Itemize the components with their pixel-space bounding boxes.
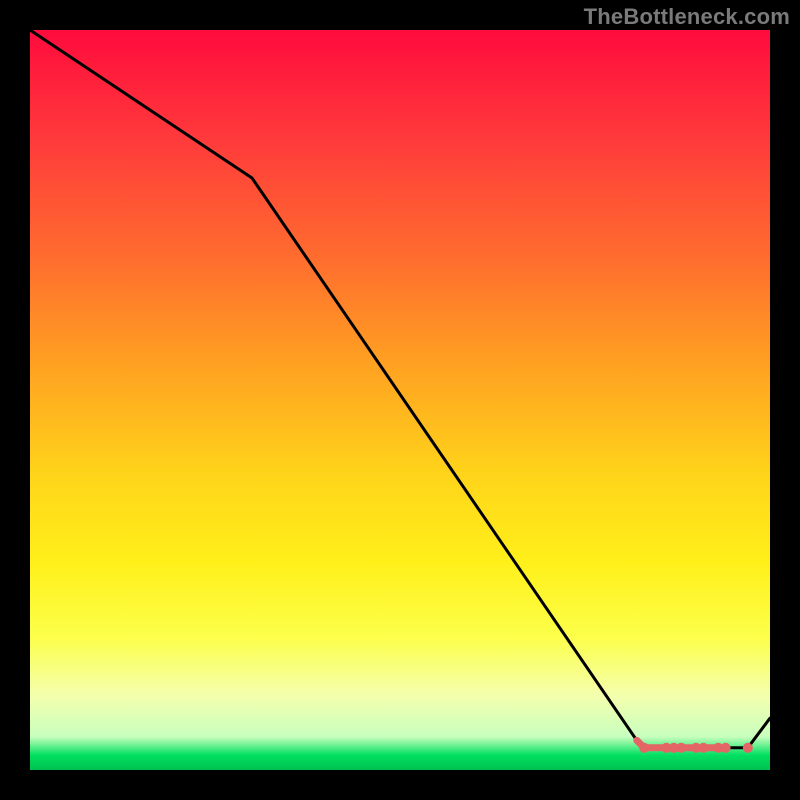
watermark-text: TheBottleneck.com: [584, 4, 790, 30]
chart-marker: [721, 743, 731, 753]
chart-marker: [676, 743, 686, 753]
chart-frame: TheBottleneck.com: [0, 0, 800, 800]
chart-marker: [698, 743, 708, 753]
chart-line: [30, 30, 770, 748]
chart-marker: [639, 743, 649, 753]
chart-marker: [743, 743, 753, 753]
chart-line-group: [30, 30, 770, 753]
chart-overlay: [30, 30, 770, 770]
